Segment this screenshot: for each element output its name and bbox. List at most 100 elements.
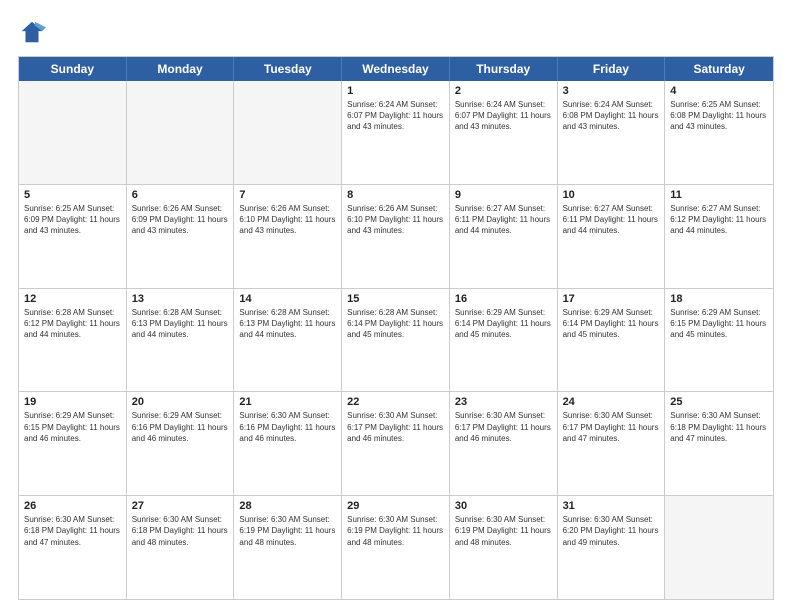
day-info: Sunrise: 6:30 AM Sunset: 6:19 PM Dayligh… <box>239 514 336 548</box>
day-cell-4: 4 Sunrise: 6:25 AM Sunset: 6:08 PM Daylig… <box>665 81 773 184</box>
header-cell-monday: Monday <box>127 57 235 81</box>
day-info: Sunrise: 6:24 AM Sunset: 6:08 PM Dayligh… <box>563 99 660 133</box>
header-cell-sunday: Sunday <box>19 57 127 81</box>
day-number: 25 <box>670 396 768 408</box>
day-number: 23 <box>455 396 552 408</box>
header-cell-friday: Friday <box>558 57 666 81</box>
day-cell-2: 2 Sunrise: 6:24 AM Sunset: 6:07 PM Daylig… <box>450 81 558 184</box>
day-info: Sunrise: 6:30 AM Sunset: 6:18 PM Dayligh… <box>132 514 229 548</box>
header <box>18 18 774 46</box>
day-cell-30: 30 Sunrise: 6:30 AM Sunset: 6:19 PM Dayli… <box>450 496 558 599</box>
day-cell-11: 11 Sunrise: 6:27 AM Sunset: 6:12 PM Dayli… <box>665 185 773 288</box>
day-number: 2 <box>455 85 552 97</box>
day-cell-9: 9 Sunrise: 6:27 AM Sunset: 6:11 PM Daylig… <box>450 185 558 288</box>
calendar-row-4: 26Sunrise: 6:30 AM Sunset: 6:18 PM Dayli… <box>19 496 773 599</box>
calendar: SundayMondayTuesdayWednesdayThursdayFrid… <box>18 56 774 600</box>
day-info: Sunrise: 6:24 AM Sunset: 6:07 PM Dayligh… <box>347 99 444 133</box>
header-cell-thursday: Thursday <box>450 57 558 81</box>
day-cell-24: 24 Sunrise: 6:30 AM Sunset: 6:17 PM Dayli… <box>558 392 666 495</box>
day-cell-1: 1 Sunrise: 6:24 AM Sunset: 6:07 PM Daylig… <box>342 81 450 184</box>
day-number: 9 <box>455 189 552 201</box>
calendar-body: 1 Sunrise: 6:24 AM Sunset: 6:07 PM Daylig… <box>19 81 773 599</box>
day-cell-15: 15 Sunrise: 6:28 AM Sunset: 6:14 PM Dayli… <box>342 289 450 392</box>
day-info: Sunrise: 6:30 AM Sunset: 6:18 PM Dayligh… <box>24 514 121 548</box>
day-cell-17: 17 Sunrise: 6:29 AM Sunset: 6:14 PM Dayli… <box>558 289 666 392</box>
day-number: 17 <box>563 293 660 305</box>
day-cell-7: 7Sunrise: 6:26 AM Sunset: 6:10 PM Daylig… <box>234 185 342 288</box>
day-cell-27: 27 Sunrise: 6:30 AM Sunset: 6:18 PM Dayli… <box>127 496 235 599</box>
day-cell-31: 31 Sunrise: 6:30 AM Sunset: 6:20 PM Dayli… <box>558 496 666 599</box>
day-info: Sunrise: 6:30 AM Sunset: 6:19 PM Dayligh… <box>455 514 552 548</box>
day-number: 24 <box>563 396 660 408</box>
day-info: Sunrise: 6:30 AM Sunset: 6:20 PM Dayligh… <box>563 514 660 548</box>
logo-icon <box>18 18 46 46</box>
day-number: 1 <box>347 85 444 97</box>
day-info: Sunrise: 6:25 AM Sunset: 6:08 PM Dayligh… <box>670 99 768 133</box>
day-cell-6: 6 Sunrise: 6:26 AM Sunset: 6:09 PM Daylig… <box>127 185 235 288</box>
day-info: Sunrise: 6:29 AM Sunset: 6:14 PM Dayligh… <box>563 307 660 341</box>
empty-cell-0-2 <box>234 81 342 184</box>
day-number: 5 <box>24 189 121 201</box>
day-cell-26: 26Sunrise: 6:30 AM Sunset: 6:18 PM Dayli… <box>19 496 127 599</box>
day-number: 29 <box>347 500 444 512</box>
day-number: 4 <box>670 85 768 97</box>
day-cell-3: 3 Sunrise: 6:24 AM Sunset: 6:08 PM Daylig… <box>558 81 666 184</box>
day-cell-22: 22Sunrise: 6:30 AM Sunset: 6:17 PM Dayli… <box>342 392 450 495</box>
day-cell-28: 28 Sunrise: 6:30 AM Sunset: 6:19 PM Dayli… <box>234 496 342 599</box>
day-info: Sunrise: 6:30 AM Sunset: 6:19 PM Dayligh… <box>347 514 444 548</box>
day-cell-16: 16Sunrise: 6:29 AM Sunset: 6:14 PM Dayli… <box>450 289 558 392</box>
day-info: Sunrise: 6:27 AM Sunset: 6:11 PM Dayligh… <box>563 203 660 237</box>
empty-cell-0-1 <box>127 81 235 184</box>
day-info: Sunrise: 6:27 AM Sunset: 6:12 PM Dayligh… <box>670 203 768 237</box>
day-info: Sunrise: 6:29 AM Sunset: 6:15 PM Dayligh… <box>670 307 768 341</box>
day-info: Sunrise: 6:28 AM Sunset: 6:12 PM Dayligh… <box>24 307 121 341</box>
header-cell-wednesday: Wednesday <box>342 57 450 81</box>
empty-cell-0-0 <box>19 81 127 184</box>
day-number: 15 <box>347 293 444 305</box>
day-info: Sunrise: 6:30 AM Sunset: 6:17 PM Dayligh… <box>563 410 660 444</box>
day-number: 20 <box>132 396 229 408</box>
header-cell-tuesday: Tuesday <box>234 57 342 81</box>
page: SundayMondayTuesdayWednesdayThursdayFrid… <box>0 0 792 612</box>
day-info: Sunrise: 6:28 AM Sunset: 6:13 PM Dayligh… <box>239 307 336 341</box>
day-cell-25: 25Sunrise: 6:30 AM Sunset: 6:18 PM Dayli… <box>665 392 773 495</box>
day-cell-19: 19Sunrise: 6:29 AM Sunset: 6:15 PM Dayli… <box>19 392 127 495</box>
day-info: Sunrise: 6:26 AM Sunset: 6:09 PM Dayligh… <box>132 203 229 237</box>
day-cell-12: 12Sunrise: 6:28 AM Sunset: 6:12 PM Dayli… <box>19 289 127 392</box>
day-info: Sunrise: 6:26 AM Sunset: 6:10 PM Dayligh… <box>347 203 444 237</box>
day-cell-23: 23Sunrise: 6:30 AM Sunset: 6:17 PM Dayli… <box>450 392 558 495</box>
day-number: 27 <box>132 500 229 512</box>
day-number: 30 <box>455 500 552 512</box>
day-cell-14: 14 Sunrise: 6:28 AM Sunset: 6:13 PM Dayli… <box>234 289 342 392</box>
calendar-header: SundayMondayTuesdayWednesdayThursdayFrid… <box>19 57 773 81</box>
day-number: 7 <box>239 189 336 201</box>
day-info: Sunrise: 6:28 AM Sunset: 6:13 PM Dayligh… <box>132 307 229 341</box>
logo <box>18 18 50 46</box>
day-number: 6 <box>132 189 229 201</box>
day-info: Sunrise: 6:30 AM Sunset: 6:17 PM Dayligh… <box>347 410 444 444</box>
day-cell-13: 13Sunrise: 6:28 AM Sunset: 6:13 PM Dayli… <box>127 289 235 392</box>
day-cell-20: 20Sunrise: 6:29 AM Sunset: 6:16 PM Dayli… <box>127 392 235 495</box>
day-info: Sunrise: 6:29 AM Sunset: 6:15 PM Dayligh… <box>24 410 121 444</box>
day-number: 31 <box>563 500 660 512</box>
day-cell-21: 21Sunrise: 6:30 AM Sunset: 6:16 PM Dayli… <box>234 392 342 495</box>
day-number: 16 <box>455 293 552 305</box>
day-number: 14 <box>239 293 336 305</box>
day-info: Sunrise: 6:27 AM Sunset: 6:11 PM Dayligh… <box>455 203 552 237</box>
empty-cell-4-6 <box>665 496 773 599</box>
day-info: Sunrise: 6:28 AM Sunset: 6:14 PM Dayligh… <box>347 307 444 341</box>
day-info: Sunrise: 6:24 AM Sunset: 6:07 PM Dayligh… <box>455 99 552 133</box>
day-number: 11 <box>670 189 768 201</box>
day-cell-18: 18 Sunrise: 6:29 AM Sunset: 6:15 PM Dayli… <box>665 289 773 392</box>
day-number: 8 <box>347 189 444 201</box>
calendar-row-1: 5Sunrise: 6:25 AM Sunset: 6:09 PM Daylig… <box>19 185 773 289</box>
day-cell-8: 8 Sunrise: 6:26 AM Sunset: 6:10 PM Daylig… <box>342 185 450 288</box>
day-number: 18 <box>670 293 768 305</box>
day-number: 10 <box>563 189 660 201</box>
day-cell-29: 29 Sunrise: 6:30 AM Sunset: 6:19 PM Dayli… <box>342 496 450 599</box>
day-cell-10: 10 Sunrise: 6:27 AM Sunset: 6:11 PM Dayli… <box>558 185 666 288</box>
day-info: Sunrise: 6:30 AM Sunset: 6:16 PM Dayligh… <box>239 410 336 444</box>
day-number: 3 <box>563 85 660 97</box>
calendar-row-0: 1 Sunrise: 6:24 AM Sunset: 6:07 PM Daylig… <box>19 81 773 185</box>
day-number: 28 <box>239 500 336 512</box>
